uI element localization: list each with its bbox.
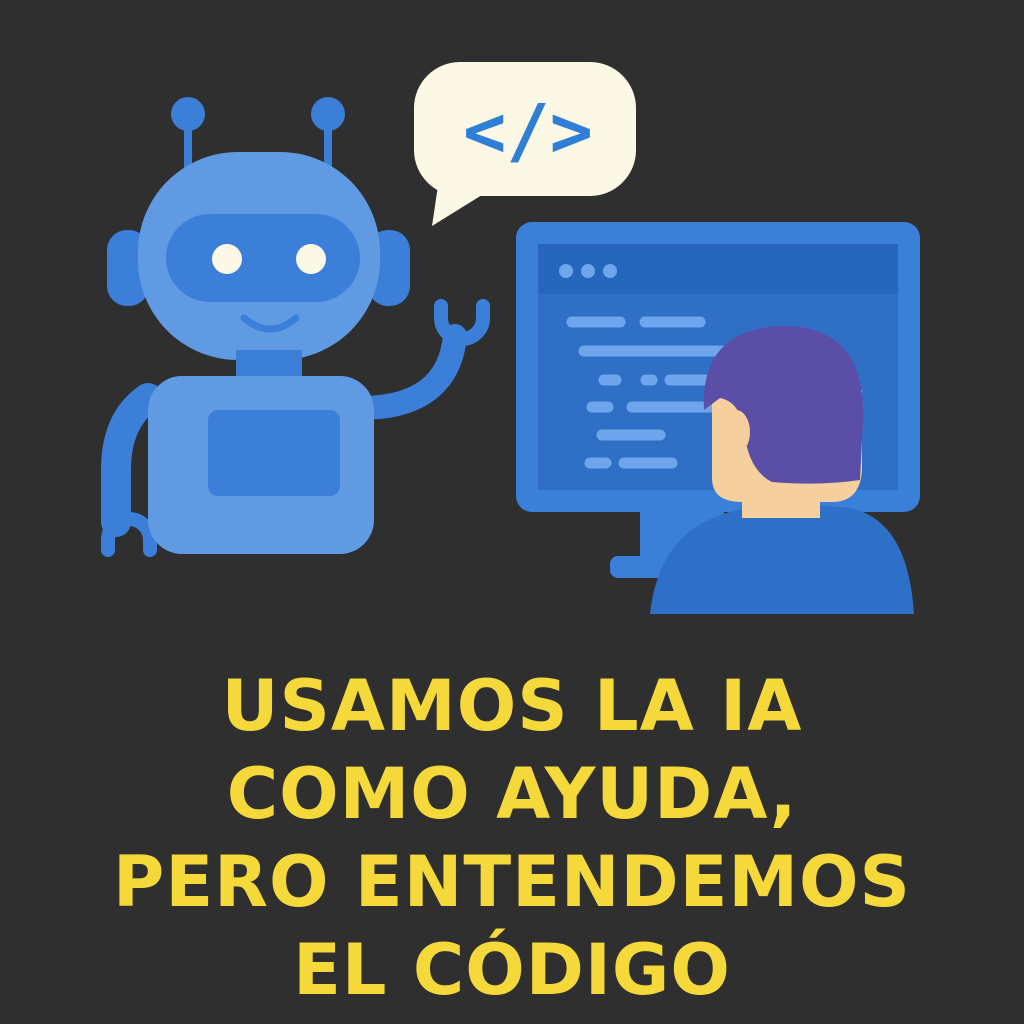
poster: </> USAMOS LA IA COMO AYUDA, PERO ENTEND…: [0, 0, 1024, 1024]
headline-line-1: USAMOS LA IA: [221, 665, 803, 747]
headline: USAMOS LA IA COMO AYUDA, PERO ENTENDEMOS…: [0, 662, 1024, 1014]
robot-right-eye: [296, 244, 326, 274]
robot-raised-arm: [348, 299, 490, 420]
headline-line-4: EL CÓDIGO: [293, 929, 731, 1011]
window-dots: [559, 264, 617, 278]
code-symbol: </>: [463, 89, 593, 173]
speech-bubble: </>: [414, 62, 636, 226]
illustration: </>: [101, 62, 920, 614]
robot-lower-arm: [101, 383, 163, 557]
robot-left-eye: [212, 244, 242, 274]
robot-chest-panel: [208, 410, 340, 496]
headline-line-3: PERO ENTENDEMOS: [113, 841, 911, 923]
headline-line-2: COMO AYUDA,: [226, 753, 798, 835]
person-ear-front: [722, 410, 750, 454]
robot-visor: [166, 214, 360, 302]
